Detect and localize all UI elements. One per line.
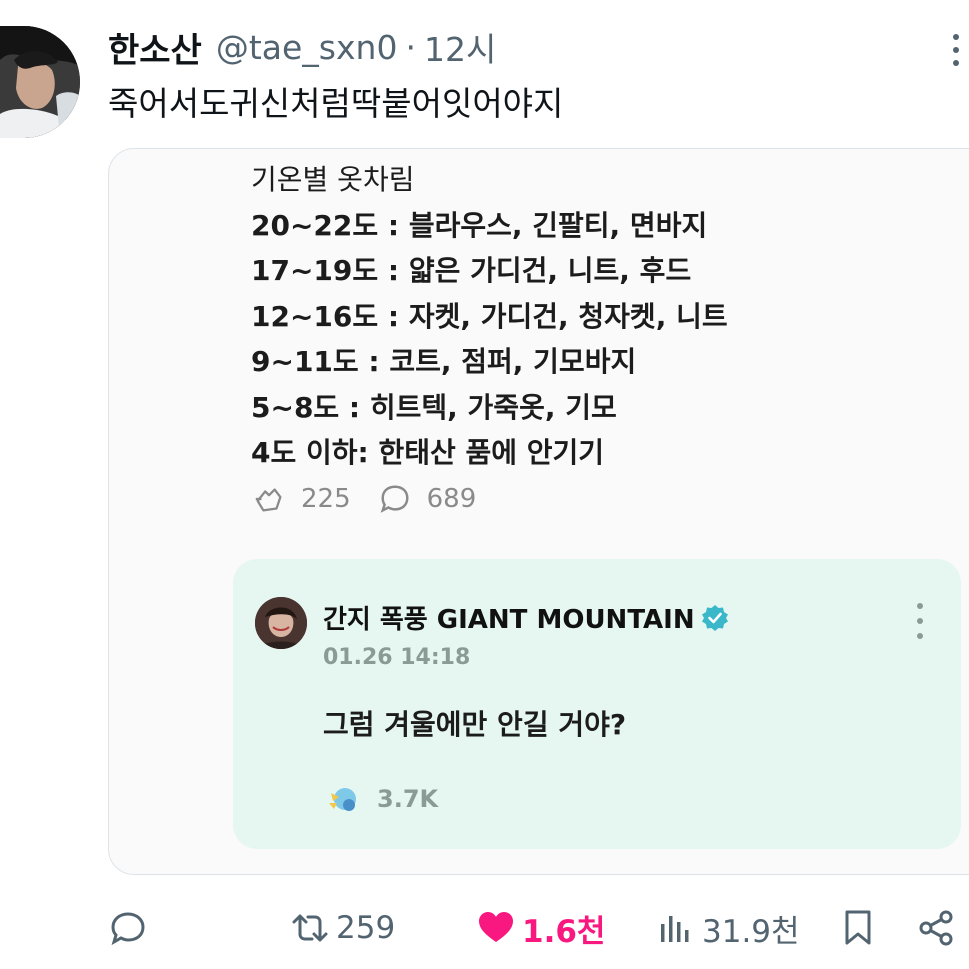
list-item: 9~11도 : 코트, 점퍼, 기모바지 <box>251 345 637 378</box>
clothing-by-temperature-list: 기온별 옷차림 20~22도 : 블라우스, 긴팔티, 면바지 17~19도 :… <box>251 157 728 476</box>
retweet-icon <box>290 908 330 948</box>
reply-date: 01.26 14:18 <box>323 645 471 670</box>
reaction-count: 3.7K <box>377 785 439 813</box>
reply-author-label: 간지 폭풍 GIANT MOUNTAIN <box>323 605 695 635</box>
display-name[interactable]: 한소산 <box>108 23 202 72</box>
user-handle[interactable]: @tae_sxn0 <box>216 28 398 67</box>
repost-icon <box>251 481 287 517</box>
post-time[interactable]: 12시 <box>424 23 496 71</box>
share-icon <box>916 908 956 948</box>
reply-text: 그럼 겨울에만 안길 거야? <box>323 708 627 741</box>
embedded-stats: 225 689 <box>251 481 502 517</box>
comment-icon <box>108 908 148 948</box>
view-count: 31.9천 <box>702 913 800 950</box>
more-options-icon[interactable] <box>944 30 968 70</box>
reply-more-icon <box>915 603 925 639</box>
like-count: 1.6천 <box>522 913 606 950</box>
tweet-text: 죽어서도귀신처럼딱붙어잇어야지 <box>108 84 564 123</box>
retweet-count: 259 <box>336 910 396 946</box>
tweet-actions-bar: 259 1.6천 31.9천 <box>0 900 969 956</box>
bookmark-icon <box>838 908 878 948</box>
views-button[interactable]: 31.9천 <box>656 900 800 956</box>
share-button[interactable] <box>916 900 956 956</box>
reply-card: 간지 폭풍 GIANT MOUNTAIN 01.26 14:18 그럼 겨울에만… <box>233 559 961 849</box>
bookmark-button[interactable] <box>838 900 878 956</box>
list-item: 4도 이하: 한태산 품에 안기기 <box>251 436 605 469</box>
repost-count: 225 <box>301 484 351 514</box>
list-item: 5~8도 : 히트텍, 가죽옷, 기모 <box>251 390 617 424</box>
verified-badge-icon <box>701 604 729 632</box>
tweet-media-image[interactable]: 기온별 옷차림 20~22도 : 블라우스, 긴팔티, 면바지 17~19도 :… <box>108 148 969 875</box>
reaction-emoji-icon <box>323 779 363 819</box>
list-item: 12~16도 : 자켓, 가디건, 청자켓, 니트 <box>251 299 728 333</box>
views-icon <box>656 908 696 948</box>
reply-author-name: 간지 폭풍 GIANT MOUNTAIN <box>323 599 729 636</box>
separator-dot: · <box>405 27 416 67</box>
retweet-button[interactable]: 259 <box>290 900 395 956</box>
list-item: 17~19도 : 얇은 가디건, 니트, 후드 <box>251 254 692 287</box>
author-avatar[interactable] <box>0 26 80 138</box>
list-title: 기온별 옷차림 <box>251 163 415 196</box>
like-button[interactable]: 1.6천 <box>476 900 605 956</box>
tweet-header: 한소산 @tae_sxn0 · 12시 <box>108 22 496 72</box>
list-item: 20~22도 : 블라우스, 긴팔티, 면바지 <box>251 208 708 242</box>
reply-button[interactable] <box>108 900 148 956</box>
reply-avatar <box>255 597 307 649</box>
heart-icon <box>476 908 516 948</box>
reply-reactions: 3.7K <box>323 779 438 819</box>
comment-bubble-icon <box>377 481 413 517</box>
comment-count: 689 <box>426 484 477 514</box>
